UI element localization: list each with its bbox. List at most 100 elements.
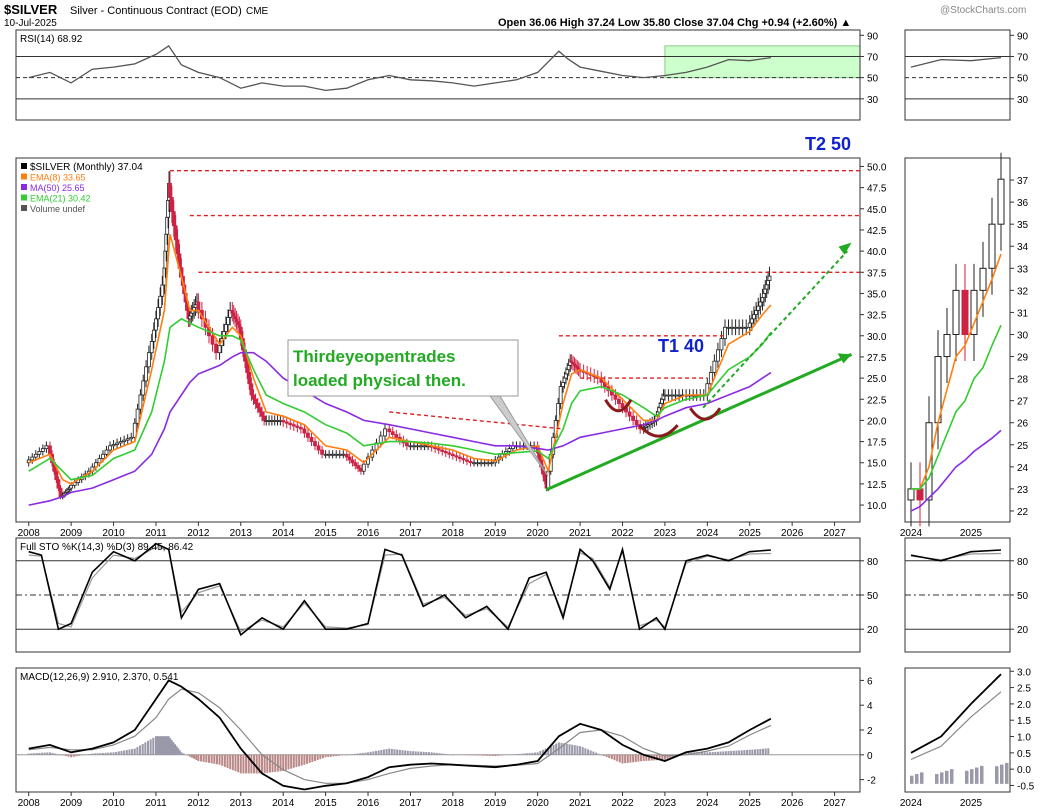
price-candle-body [390,431,395,435]
macd-ytick-label: 4 [867,701,873,712]
price-candle-body [320,449,324,455]
price-candle-body [677,394,681,397]
price-candle-body [288,422,293,426]
macd-hist-bar [359,753,362,755]
macd-hist-bar [356,753,359,755]
zoom-macd-hist-bar [935,774,939,784]
price-xtick-label: 2009 [60,528,83,539]
macd-hist-bar [719,751,722,755]
price-candle-body [249,383,254,396]
price-ytick-label: 42.5 [867,226,887,237]
macd-hist-bar [215,754,218,765]
macd-xtick-label: 2008 [18,798,41,809]
macd-hist-bar [494,754,497,757]
macd-hist-bar [560,742,563,755]
macd-hist-bar [234,754,237,772]
macd-xtick-label: 2024 [696,798,719,809]
price-candle-body [255,403,260,409]
price-candle-body [726,326,731,329]
rsi-ytick-label: 70 [867,52,879,63]
macd-xtick-label: 2022 [611,798,634,809]
price-candle-body [489,462,494,465]
price-candle-body [422,445,427,448]
macd-hist-bar [716,751,719,755]
macd-xtick-label: 2023 [654,798,677,809]
macd-hist-bar [746,749,749,755]
rsi-ytick-label: 30 [867,95,879,106]
macd-hist-bar [287,754,290,770]
header-symbol: $SILVER [4,2,58,17]
macd-hist-bar [409,751,412,755]
zoom-macd-hist-bar [915,774,919,784]
macd-hist-bar [738,750,741,755]
macd-hist-bar [536,752,539,755]
macd-xtick-label: 2018 [442,798,465,809]
macd-hist-bar [48,752,51,755]
macd-hist-bar [488,754,491,756]
price-candle-body [415,445,420,448]
zoom-price-ytick-label: 31 [1017,308,1029,319]
price-candle-body [214,343,218,354]
price-legend-swatch [21,184,27,190]
macd-hist-bar [207,754,210,763]
macd-hist-bar [96,753,99,755]
price-candle-body [730,326,734,329]
macd-hist-bar [93,753,96,755]
price-candle-body [302,428,307,434]
macd-hist-bar [374,750,377,755]
macd-hist-bar [128,749,131,755]
macd-hist-bar [221,754,224,766]
macd-hist-bar [300,754,303,766]
price-ytick-label: 10.0 [867,501,887,512]
zoom-macd-ytick-label: 3.0 [1017,667,1031,678]
zoom-price-ytick-label: 26 [1017,419,1029,430]
macd-hist-bar [427,752,430,755]
macd-hist-bar [579,746,582,755]
macd-hist-bar [377,750,380,755]
price-candle-body [313,441,317,447]
zoom-candle-body [997,178,1005,225]
macd-hist-bar [613,754,616,761]
macd-hist-bar [38,752,41,755]
macd-hist-bar [345,754,348,756]
macd-hist-bar [388,748,391,755]
macd-hist-bar [316,754,319,761]
macd-hist-bar [523,753,526,755]
callout-line-2: loaded physical then. [293,371,466,390]
macd-hist-bar [33,753,36,755]
price-candle-body [482,462,487,465]
price-xtick-label: 2023 [654,528,677,539]
macd-hist-bar [441,753,444,755]
price-candle-body [115,442,119,445]
rsi-ytick-label: 50 [867,74,879,85]
header-watermark: @StockCharts.com [940,5,1026,16]
price-candle-body [122,439,127,442]
price-candle-body [404,442,409,447]
macd-hist-bar [353,753,356,755]
price-candle-body [135,408,140,424]
price-candle-body [141,380,146,396]
macd-hist-bar [380,749,383,755]
macd-hist-bar [451,754,454,756]
price-candle-body [37,451,42,455]
macd-hist-bar [200,754,203,762]
price-candle-body [387,428,392,433]
macd-hist-bar [237,754,240,773]
zoom-candle-body [979,267,987,291]
macd-xtick-label: 2015 [314,798,337,809]
zoom-macd-hist-bar [1005,762,1009,784]
price-candle-body [475,462,480,465]
zoom-macd-hist-bar [970,769,974,784]
zoom-price-ytick-label: 22 [1017,507,1029,518]
macd-hist-bar [592,751,595,755]
zoom-macd-hist-bar [975,767,979,784]
price-candle-body [210,335,215,345]
macd-hist-bar [518,753,521,755]
price-candle-body [450,453,455,457]
macd-hist-bar [303,754,306,765]
macd-hist-bar [417,751,420,755]
zoom-price-ytick-label: 27 [1017,397,1029,408]
macd-hist-bar [393,749,396,755]
price-candle-body [378,435,383,444]
macd-hist-bar [197,754,200,761]
